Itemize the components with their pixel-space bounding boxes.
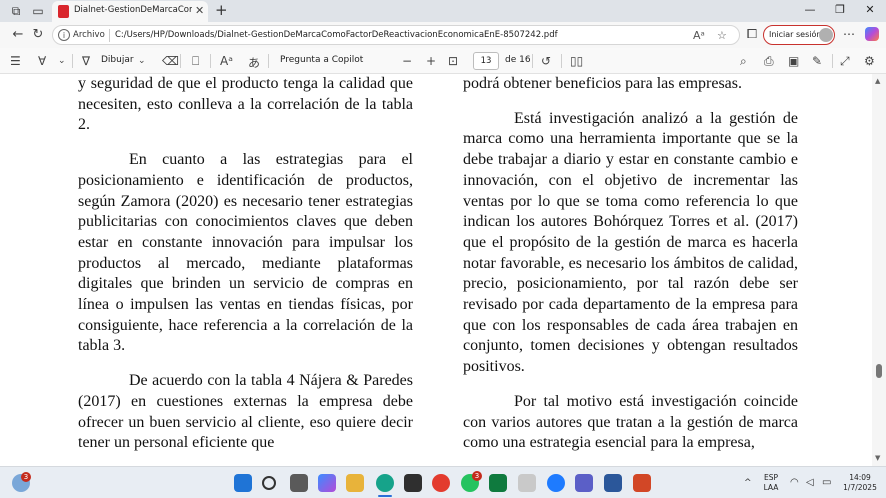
collections-icon[interactable]: ⧠ [744,27,760,42]
battery-icon[interactable]: ▭ [822,477,834,489]
volume-icon[interactable]: ◁ [806,477,818,489]
draw-icon[interactable]: ∇ [82,54,90,68]
paragraph: De acuerdo con la tabla 4 Nájera & Pared… [78,372,413,452]
tray-chevron-icon[interactable]: ^ [744,478,754,488]
highlight-icon[interactable]: ∀ [38,54,46,68]
powerpoint-icon[interactable] [633,474,651,492]
start-windows-icon[interactable] [234,474,252,492]
zoom-in-button[interactable]: + [426,54,436,68]
tab-pdf[interactable]: Dialnet-GestionDeMarcaComoFac ✕ [52,1,208,22]
close-tab-icon[interactable]: ✕ [195,4,204,17]
page-total: de 16 [505,55,531,65]
paragraph: En cuanto a las estrategias para el posi… [78,151,413,355]
keyboard-layout[interactable]: LAA [760,483,782,492]
vertical-scrollbar[interactable]: ▲ ▼ [872,74,886,466]
edge-browser-icon[interactable] [376,474,394,492]
toolbar-divider [561,54,562,68]
save-icon[interactable]: ▣ [788,54,799,68]
ask-copilot-button[interactable]: Pregunta a Copilot [280,55,363,65]
url-text[interactable]: C:/Users/HP/Downloads/Dialnet-GestionDeM… [115,30,558,40]
read-aloud-icon[interactable]: Aᵃ [693,29,705,42]
paragraph: Está investigación analizó a la gestión … [463,109,798,376]
photos-icon[interactable] [518,474,536,492]
url-divider [109,29,110,42]
language-indicator[interactable]: ESP [760,473,782,482]
copilot-app-icon[interactable] [318,474,336,492]
search-icon[interactable]: ⌕ [740,54,747,69]
scroll-down-icon[interactable]: ▼ [875,454,880,462]
zoom-out-button[interactable]: − [402,54,412,68]
profile-avatar [819,28,833,42]
spreadsheet-app-icon[interactable] [489,474,507,492]
tab-strip: ⧉ ▭ Dialnet-GestionDeMarcaComoFac ✕ + — … [0,0,886,22]
fit-page-icon[interactable]: ⊡ [448,54,458,68]
toolbar-divider [532,54,533,68]
minimize-icon[interactable]: — [800,3,820,16]
draw-dropdown-icon[interactable]: ⌄ [138,56,146,66]
search-icon[interactable] [262,476,276,490]
refresh-icon[interactable]: ↻ [30,27,46,42]
windows-taskbar: 3 3 ^ ESP LAA ◠ ◁ ▭ 14:09 1/7/2025 [0,466,886,498]
paragraph: Por tal motivo está investigación coinci… [463,392,798,452]
new-tab-icon[interactable]: + [215,1,228,19]
pdf-page-view[interactable]: y seguridad de que el producto tenga la … [0,74,872,466]
toolbar-divider [210,54,211,68]
eraser-icon[interactable]: ⌫ [162,54,179,68]
open-in-new-icon[interactable]: ⤢ [840,54,850,69]
toolbar-divider [268,54,269,68]
workspaces-icon[interactable]: ⧉ [8,3,24,19]
pdf-file-icon [58,5,69,18]
read-aloud-icon[interactable]: Aᵃ [220,54,233,68]
tab-actions-icon[interactable]: ▭ [30,3,46,19]
chrome-icon[interactable] [432,474,450,492]
signin-button[interactable]: Iniciar sesión [763,25,835,45]
rotate-icon[interactable]: ↺ [541,54,551,68]
store-icon[interactable] [404,474,422,492]
text-box-icon[interactable]: ⎕ [192,54,199,69]
toolbar-divider [72,54,73,68]
contents-icon[interactable]: ☰ [10,54,21,68]
clock-time[interactable]: 14:09 [838,473,882,482]
whatsapp-badge: 3 [472,471,482,481]
scroll-thumb[interactable] [876,364,882,378]
print-icon[interactable]: ⎙ [764,54,774,69]
draw-button[interactable]: Dibujar [101,55,134,65]
save-as-icon[interactable]: ✎ [812,54,822,68]
paragraph: y seguridad de que el producto tenga la … [78,75,413,134]
scroll-up-icon[interactable]: ▲ [875,77,880,85]
restore-icon[interactable]: ❐ [830,3,850,16]
url-scheme-label: Archivo [73,30,105,40]
copilot-icon[interactable] [865,27,879,41]
toolbar-divider [832,54,833,68]
translate-icon[interactable]: あ [248,54,260,71]
close-window-icon[interactable]: ✕ [860,3,880,16]
signin-label: Iniciar sesión [769,30,822,39]
word-icon[interactable] [604,474,622,492]
settings-gear-icon[interactable]: ⚙ [864,54,875,68]
paragraph: podrá obtener beneficios para las empres… [463,75,742,92]
highlight-dropdown-icon[interactable]: ⌄ [58,56,66,66]
toolbar-divider [180,54,181,68]
pdf-toolbar: ☰ ∀ ⌄ ∇ Dibujar ⌄ ⌫ ⎕ Aᵃ あ Pregunta a Co… [0,48,886,74]
page-number-input[interactable]: 13 [473,52,499,70]
messenger-icon[interactable] [547,474,565,492]
back-icon[interactable]: ← [10,27,26,42]
more-options-icon[interactable]: ⋯ [843,27,855,41]
active-app-indicator [378,495,392,497]
info-icon[interactable]: i [58,29,70,41]
file-explorer-icon[interactable] [346,474,364,492]
wifi-icon[interactable]: ◠ [790,477,802,489]
right-text-column: podrá obtener beneficios para las empres… [463,74,798,454]
weather-badge: 3 [21,472,31,482]
favorite-star-icon[interactable]: ☆ [717,29,727,42]
left-text-column: y seguridad de que el producto tenga la … [78,74,413,454]
clock-date[interactable]: 1/7/2025 [838,483,882,492]
teams-icon[interactable] [575,474,593,492]
task-view-icon[interactable] [290,474,308,492]
tab-title: Dialnet-GestionDeMarcaComoFac [74,5,192,15]
page-view-icon[interactable]: ▯▯ [570,54,583,68]
address-bar[interactable]: i Archivo C:/Users/HP/Downloads/Dialnet-… [52,25,740,45]
address-bar-row: ← ↻ i Archivo C:/Users/HP/Downloads/Dial… [0,22,886,48]
